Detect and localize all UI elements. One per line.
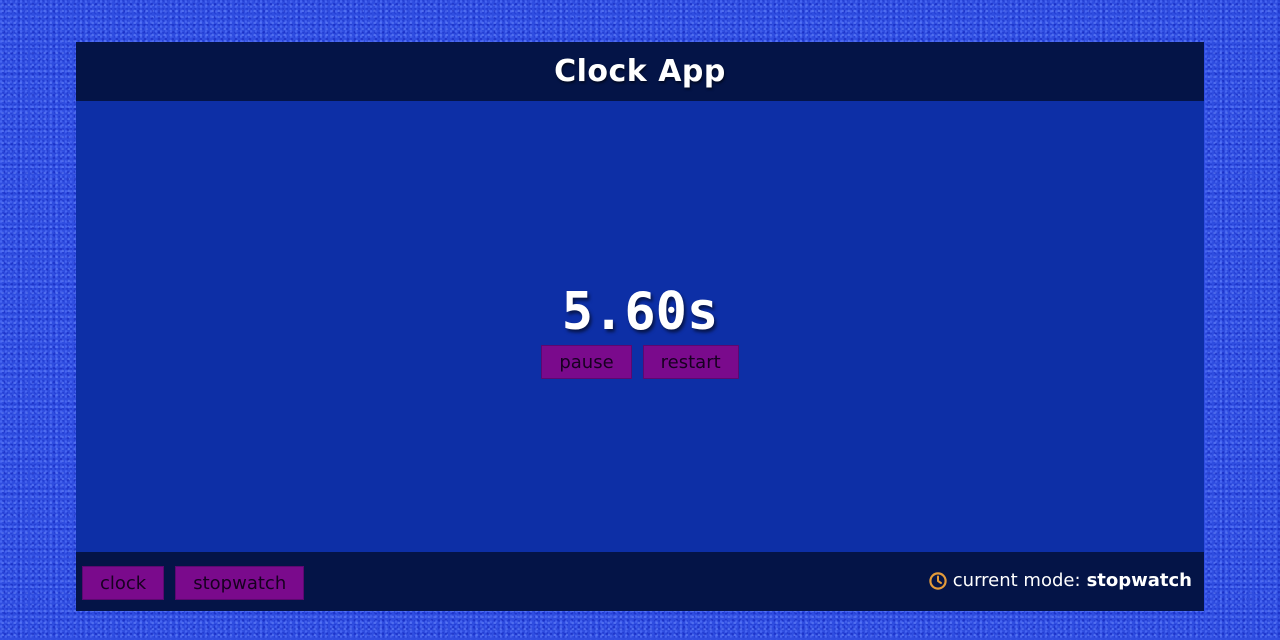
- mode-buttons: clock stopwatch: [82, 566, 305, 600]
- clock-mode-button[interactable]: clock: [82, 566, 165, 600]
- stopwatch-display: 5.60s: [561, 282, 719, 342]
- current-mode-status: current mode: stopwatch: [928, 570, 1192, 591]
- pause-button[interactable]: pause: [541, 345, 632, 379]
- restart-button[interactable]: restart: [642, 345, 739, 379]
- footer: clock stopwatch current mode: stopwatch: [76, 552, 1204, 611]
- stopwatch-mode-button[interactable]: stopwatch: [175, 566, 305, 600]
- stopwatch-controls: pause restart: [76, 345, 1204, 379]
- header: Clock App: [76, 42, 1204, 101]
- current-mode-value: stopwatch: [1086, 570, 1192, 591]
- main-panel: 5.60s pause restart: [76, 101, 1204, 552]
- current-mode-label: current mode:: [952, 570, 1081, 591]
- clock-icon: [929, 571, 947, 590]
- app-title: Clock App: [554, 54, 726, 89]
- clock-app: Clock App 5.60s pause restart clock stop…: [76, 42, 1204, 611]
